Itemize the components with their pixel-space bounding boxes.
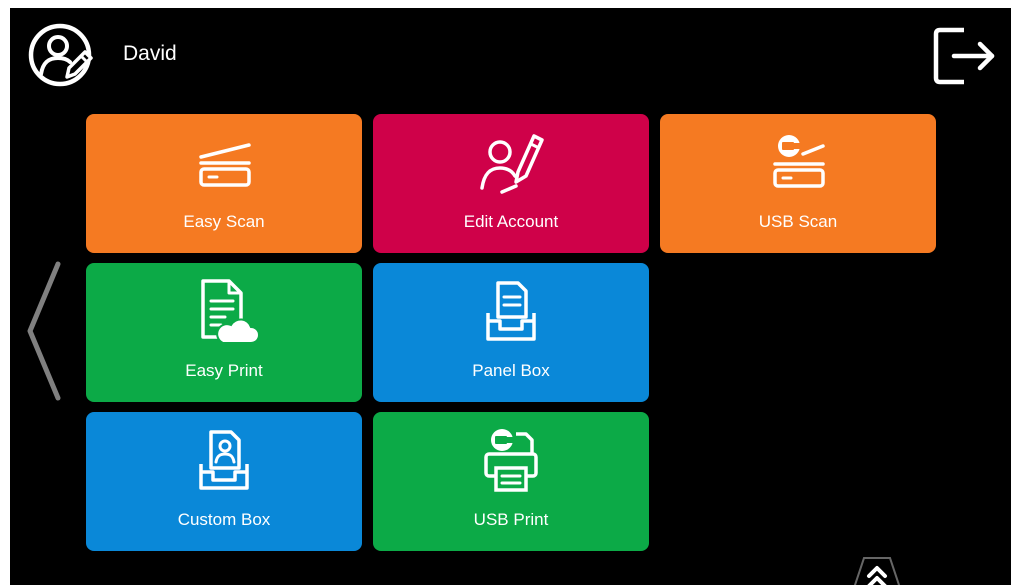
tile-easy-print[interactable]: Easy Print	[86, 263, 362, 402]
tile-label: USB Scan	[758, 212, 838, 231]
tile-custom-box[interactable]: Custom Box	[86, 412, 362, 551]
tile-label: Custom Box	[177, 510, 271, 529]
usb-printer-icon	[373, 426, 649, 496]
logout-icon[interactable]	[930, 22, 1000, 88]
home-screen: David Easy Scan Edit Account USB Scan Ea…	[10, 8, 1011, 585]
tile-label: Easy Print	[185, 361, 263, 380]
tile-usb-print[interactable]: USB Print	[373, 412, 649, 551]
tile-label: Edit Account	[463, 212, 559, 231]
user-avatar-icon[interactable]	[27, 22, 93, 88]
tile-label: Easy Scan	[183, 212, 265, 231]
user-document-tray-icon	[86, 426, 362, 496]
scanner-icon	[86, 128, 362, 198]
user-name: David	[123, 42, 177, 65]
cloud-document-icon	[86, 277, 362, 347]
tile-edit-account[interactable]: Edit Account	[373, 114, 649, 253]
tile-usb-scan[interactable]: USB Scan	[660, 114, 936, 253]
tile-label: Panel Box	[472, 361, 550, 380]
document-tray-icon	[373, 277, 649, 347]
user-pen-icon	[373, 128, 649, 198]
usb-scanner-icon	[660, 128, 936, 198]
tile-label: USB Print	[473, 510, 549, 529]
tile-panel-box[interactable]: Panel Box	[373, 263, 649, 402]
double-chevron-up-icon[interactable]	[850, 556, 904, 585]
chevron-left-icon[interactable]	[24, 260, 64, 402]
tile-easy-scan[interactable]: Easy Scan	[86, 114, 362, 253]
